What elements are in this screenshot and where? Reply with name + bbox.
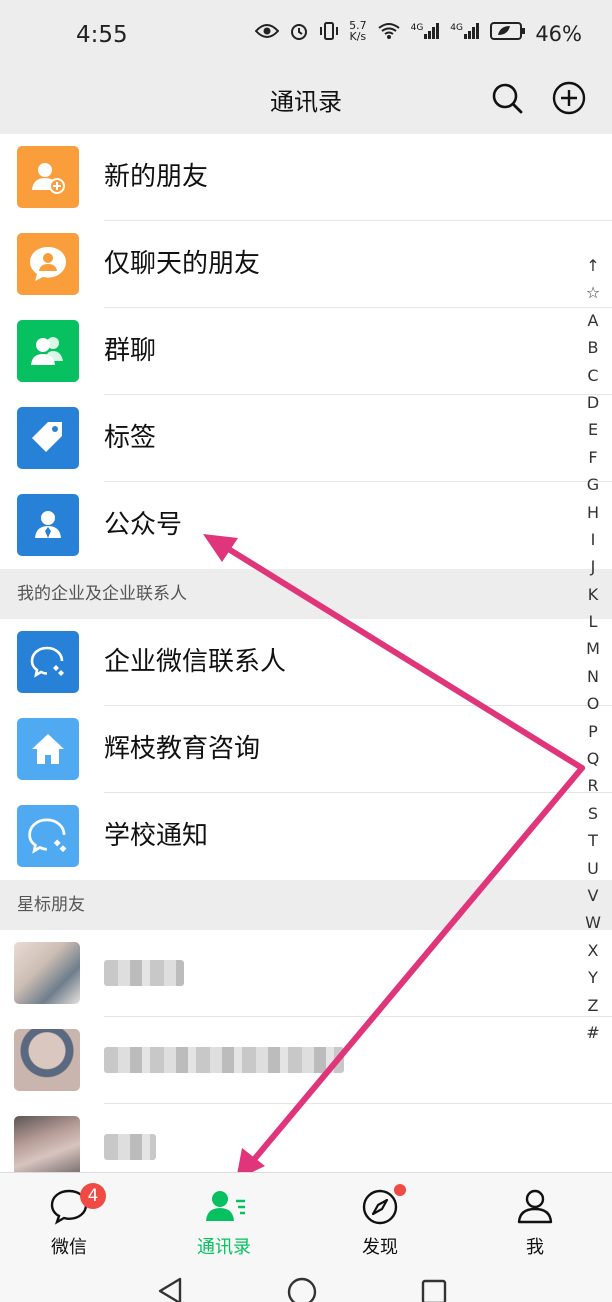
tag-icon (17, 407, 79, 469)
eye-icon (255, 24, 280, 38)
index-letter[interactable]: S (582, 800, 604, 827)
index-letter[interactable]: R (582, 772, 604, 799)
index-letter[interactable]: ☆ (582, 279, 604, 306)
recents-icon[interactable] (420, 1278, 448, 1302)
enterprise-label: 辉枝教育咨询 (104, 734, 261, 764)
enterprise-wecom-contacts[interactable]: 企业微信联系人 (0, 619, 612, 706)
index-letter[interactable]: A (582, 307, 604, 334)
signal-bars-icon (464, 23, 479, 39)
index-letter[interactable]: C (582, 362, 604, 389)
index-letter[interactable]: F (582, 444, 604, 471)
index-letter[interactable]: X (582, 937, 604, 964)
index-letter[interactable]: Z (582, 992, 604, 1019)
section-header-enterprise: 我的企业及企业联系人 (0, 569, 612, 619)
starred-contact[interactable] (0, 930, 612, 1017)
index-letter[interactable]: O (582, 690, 604, 717)
index-letter[interactable]: B (582, 334, 604, 361)
title-bar: 通讯录 (0, 72, 612, 134)
index-letter[interactable]: G (582, 471, 604, 498)
net-speed: 5.7 K/s (349, 19, 367, 43)
index-letter[interactable]: # (582, 1019, 604, 1046)
index-letter[interactable]: M (582, 635, 604, 662)
home-circle-icon[interactable] (286, 1276, 318, 1302)
status-icons: 5.7 K/s 4G 4G (255, 20, 526, 42)
system-nav-bar (0, 1258, 612, 1302)
battery-icon (490, 22, 525, 40)
index-letter[interactable]: V (582, 882, 604, 909)
blurred-name (104, 1047, 344, 1073)
vibrate-icon (320, 22, 339, 40)
unread-badge: 4 (80, 1183, 106, 1209)
index-letter[interactable]: ↑ (582, 252, 604, 279)
menu-label: 新的朋友 (104, 162, 209, 192)
index-letter[interactable]: K (582, 581, 604, 608)
add-button[interactable] (551, 80, 587, 116)
tab-label: 微信 (51, 1237, 87, 1258)
blurred-name (104, 960, 184, 986)
back-icon[interactable] (156, 1276, 184, 1302)
tab-me[interactable]: 我 (485, 1181, 585, 1258)
index-letter[interactable]: J (582, 553, 604, 580)
tab-label: 我 (526, 1237, 544, 1258)
avatar (14, 1116, 80, 1178)
index-letter[interactable]: L (582, 608, 604, 635)
contacts-icon (206, 1191, 245, 1221)
wecom-icon (17, 631, 79, 693)
person-icon (517, 1189, 553, 1224)
menu-official-accounts[interactable]: 公众号 (0, 482, 612, 569)
add-friend-icon (17, 146, 79, 208)
index-letter[interactable]: W (582, 909, 604, 936)
cell-signal-2: 4G (450, 23, 480, 39)
wecom-icon (17, 805, 79, 867)
contacts-list: 新的朋友 仅聊天的朋友 群聊 标签 公众号 我的企业及企业联系人 企业微信联系人… (0, 134, 612, 1191)
official-account-icon (17, 494, 79, 556)
starred-contact[interactable] (0, 1017, 612, 1104)
index-letter[interactable]: D (582, 389, 604, 416)
menu-label: 仅聊天的朋友 (104, 249, 261, 279)
tab-label: 发现 (362, 1237, 398, 1258)
tab-discover[interactable]: 发现 (330, 1181, 430, 1258)
discover-red-dot (394, 1184, 406, 1196)
menu-group-chats[interactable]: 群聊 (0, 308, 612, 395)
tab-contacts[interactable]: 通讯录 (174, 1181, 274, 1258)
index-letter[interactable]: I (582, 526, 604, 553)
alarm-icon (291, 24, 308, 40)
index-letter[interactable]: T (582, 827, 604, 854)
index-letter[interactable]: E (582, 416, 604, 443)
signal-bars-icon (424, 23, 440, 39)
plus-circle-icon (552, 81, 586, 115)
search-button[interactable] (489, 80, 525, 116)
cell-signal-1: 4G (411, 23, 441, 39)
section-header-starred: 星标朋友 (0, 880, 612, 930)
battery-percent: 46% (535, 22, 582, 46)
index-letter[interactable]: U (582, 855, 604, 882)
enterprise-label: 学校通知 (104, 821, 209, 851)
menu-tags[interactable]: 标签 (0, 395, 612, 482)
status-bar: 4:55 5.7 K/s 4G 4G 46% (0, 0, 612, 72)
menu-new-friends[interactable]: 新的朋友 (0, 134, 612, 221)
group-chat-icon (17, 320, 79, 382)
enterprise-school-notice[interactable]: 学校通知 (0, 793, 612, 880)
index-letter[interactable]: N (582, 663, 604, 690)
menu-chat-only-friends[interactable]: 仅聊天的朋友 (0, 221, 612, 308)
enterprise-label: 企业微信联系人 (104, 647, 287, 677)
enterprise-huizhi-education[interactable]: 辉枝教育咨询 (0, 706, 612, 793)
alphabet-index-bar[interactable]: ↑ ☆ A B C D E F G H I J K L M N O P Q R S T U V W X Y Z # (582, 252, 604, 1046)
blurred-name (104, 1134, 156, 1160)
index-letter[interactable]: Q (582, 745, 604, 772)
avatar (14, 1029, 80, 1091)
chat-only-friend-icon (17, 233, 79, 295)
menu-label: 公众号 (104, 510, 183, 540)
avatar (14, 942, 80, 1004)
tab-label: 通讯录 (197, 1237, 251, 1258)
wifi-icon (377, 23, 400, 39)
index-letter[interactable]: P (582, 718, 604, 745)
home-icon (17, 718, 79, 780)
index-letter[interactable]: Y (582, 964, 604, 991)
menu-label: 标签 (104, 423, 157, 453)
index-letter[interactable]: H (582, 499, 604, 526)
menu-label: 群聊 (104, 336, 157, 366)
status-time: 4:55 (76, 22, 128, 48)
search-icon (492, 83, 523, 114)
